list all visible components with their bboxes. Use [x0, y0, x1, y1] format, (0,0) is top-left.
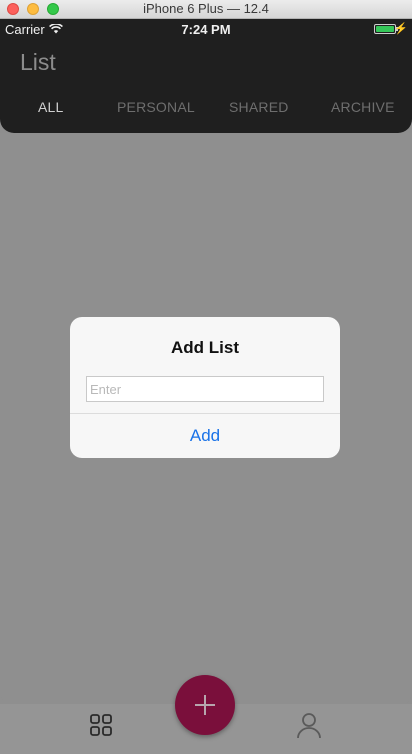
- grid-icon[interactable]: [90, 714, 112, 736]
- charging-icon: ⚡: [394, 23, 408, 35]
- tab-shared[interactable]: SHARED: [229, 99, 289, 115]
- list-tabs: ALL PERSONAL SHARED ARCHIVE: [0, 99, 412, 121]
- window-title: iPhone 6 Plus — 12.4: [143, 1, 269, 16]
- dialog-title: Add List: [171, 338, 239, 357]
- simulator-titlebar: iPhone 6 Plus — 12.4: [0, 0, 412, 19]
- battery-icon: [374, 24, 398, 34]
- status-bar: Carrier 7:24 PM ⚡: [0, 19, 412, 39]
- page-title: List: [20, 49, 56, 75]
- app-header: Carrier 7:24 PM ⚡ List ALL PERSONAL SHAR…: [0, 19, 412, 133]
- tab-personal[interactable]: PERSONAL: [117, 99, 195, 115]
- tab-archive[interactable]: ARCHIVE: [331, 99, 395, 115]
- add-list-dialog: Add List Add: [70, 317, 340, 458]
- add-button[interactable]: Add: [70, 414, 340, 458]
- user-icon[interactable]: [296, 711, 322, 739]
- tab-all[interactable]: ALL: [38, 99, 64, 115]
- list-name-input[interactable]: [86, 376, 324, 402]
- status-time: 7:24 PM: [181, 22, 231, 37]
- add-list-fab-button[interactable]: [175, 675, 235, 735]
